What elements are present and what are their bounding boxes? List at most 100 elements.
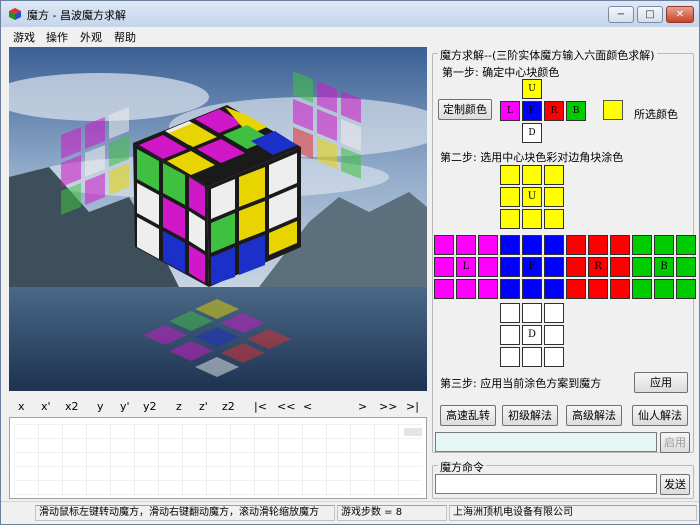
net-cell-D-1-1[interactable]: D bbox=[522, 325, 542, 345]
net-cell-F-1-0[interactable] bbox=[500, 257, 520, 277]
move-x-prime-button[interactable]: x' bbox=[41, 400, 51, 413]
maximize-button[interactable]: □ bbox=[637, 6, 663, 23]
net-cell-L-0-2[interactable] bbox=[478, 235, 498, 255]
enable-button[interactable]: 启用 bbox=[660, 432, 690, 453]
cube-3d-viewport[interactable] bbox=[9, 47, 427, 391]
command-input[interactable] bbox=[435, 474, 657, 494]
net-cell-R-1-2[interactable] bbox=[610, 257, 630, 277]
apply-button[interactable]: 应用 bbox=[634, 372, 688, 393]
status-hint: 滑动鼠标左键转动魔方，滑动右键翻动魔方，滚动滑轮缩放魔方 bbox=[35, 505, 335, 521]
advanced-solve-button[interactable]: 高级解法 bbox=[566, 405, 622, 426]
net-cell-R-2-1[interactable] bbox=[588, 279, 608, 299]
minimize-button[interactable]: − bbox=[608, 6, 634, 23]
net-cell-D-2-2[interactable] bbox=[544, 347, 564, 367]
net-cell-U-0-1[interactable] bbox=[522, 165, 542, 185]
net-cell-B-2-0[interactable] bbox=[632, 279, 652, 299]
beginner-solve-button[interactable]: 初级解法 bbox=[502, 405, 558, 426]
net-cell-F-0-0[interactable] bbox=[500, 235, 520, 255]
net-cell-R-0-0[interactable] bbox=[566, 235, 586, 255]
center-down[interactable]: D bbox=[522, 123, 542, 143]
move-y-button[interactable]: y bbox=[97, 400, 104, 413]
send-button[interactable]: 发送 bbox=[660, 474, 690, 495]
net-cell-L-0-0[interactable] bbox=[434, 235, 454, 255]
solver-panel: 魔方求解--(三阶实体魔方输入六面颜色求解) 第一步: 确定中心块颜色 定制颜色… bbox=[432, 47, 696, 499]
net-cell-B-0-0[interactable] bbox=[632, 235, 652, 255]
center-back[interactable]: B bbox=[566, 101, 586, 121]
net-cell-D-0-0[interactable] bbox=[500, 303, 520, 323]
history-fast-forward-button[interactable]: >> bbox=[379, 400, 397, 413]
menu-appearance[interactable]: 外观 bbox=[80, 29, 102, 45]
net-cell-L-0-1[interactable] bbox=[456, 235, 476, 255]
net-cell-F-0-1[interactable] bbox=[522, 235, 542, 255]
net-cell-R-1-1[interactable]: R bbox=[588, 257, 608, 277]
master-solve-button[interactable]: 仙人解法 bbox=[632, 405, 688, 426]
history-rewind-button[interactable]: << bbox=[277, 400, 295, 413]
net-cell-L-1-0[interactable] bbox=[434, 257, 454, 277]
menu-operate[interactable]: 操作 bbox=[46, 29, 68, 45]
net-cell-B-2-2[interactable] bbox=[676, 279, 696, 299]
net-cell-D-1-0[interactable] bbox=[500, 325, 520, 345]
log-scrollbar[interactable] bbox=[404, 428, 422, 436]
net-cell-F-1-1[interactable]: F bbox=[522, 257, 542, 277]
net-cell-U-1-1[interactable]: U bbox=[522, 187, 542, 207]
solution-output-field[interactable] bbox=[435, 432, 657, 452]
net-cell-R-2-2[interactable] bbox=[610, 279, 630, 299]
move-z-button[interactable]: z bbox=[176, 400, 182, 413]
net-cell-R-1-0[interactable] bbox=[566, 257, 586, 277]
menu-help[interactable]: 帮助 bbox=[114, 29, 136, 45]
move-y2-button[interactable]: y2 bbox=[143, 400, 157, 413]
net-cell-F-1-2[interactable] bbox=[544, 257, 564, 277]
net-cell-B-0-1[interactable] bbox=[654, 235, 674, 255]
history-last-button[interactable]: >| bbox=[406, 400, 419, 413]
move-x2-button[interactable]: x2 bbox=[65, 400, 79, 413]
net-cell-U-0-2[interactable] bbox=[544, 165, 564, 185]
cube-scene[interactable] bbox=[9, 47, 427, 391]
move-z-prime-button[interactable]: z' bbox=[199, 400, 208, 413]
net-cell-B-1-0[interactable] bbox=[632, 257, 652, 277]
center-left[interactable]: L bbox=[500, 101, 520, 121]
net-cell-F-2-0[interactable] bbox=[500, 279, 520, 299]
net-cell-L-1-2[interactable] bbox=[478, 257, 498, 277]
net-cell-D-0-2[interactable] bbox=[544, 303, 564, 323]
history-back-button[interactable]: < bbox=[303, 400, 312, 413]
menu-game[interactable]: 游戏 bbox=[13, 29, 35, 45]
net-cell-B-2-1[interactable] bbox=[654, 279, 674, 299]
net-cell-U-2-0[interactable] bbox=[500, 209, 520, 229]
history-forward-button[interactable]: > bbox=[358, 400, 367, 413]
net-cell-F-2-1[interactable] bbox=[522, 279, 542, 299]
move-y-prime-button[interactable]: y' bbox=[120, 400, 130, 413]
title-bar[interactable]: 魔方 - 昌波魔方求解 − □ ✕ bbox=[1, 1, 699, 27]
net-cell-L-2-1[interactable] bbox=[456, 279, 476, 299]
net-cell-D-1-2[interactable] bbox=[544, 325, 564, 345]
net-cell-R-0-1[interactable] bbox=[588, 235, 608, 255]
net-cell-F-0-2[interactable] bbox=[544, 235, 564, 255]
net-cell-U-2-1[interactable] bbox=[522, 209, 542, 229]
custom-color-button[interactable]: 定制颜色 bbox=[438, 99, 492, 120]
net-cell-L-2-0[interactable] bbox=[434, 279, 454, 299]
center-front[interactable]: F bbox=[522, 101, 542, 121]
net-cell-U-1-0[interactable] bbox=[500, 187, 520, 207]
net-cell-D-2-1[interactable] bbox=[522, 347, 542, 367]
close-button[interactable]: ✕ bbox=[666, 6, 694, 23]
center-right[interactable]: R bbox=[544, 101, 564, 121]
center-up[interactable]: U bbox=[522, 79, 542, 99]
move-log-area[interactable] bbox=[9, 417, 427, 499]
net-cell-U-1-2[interactable] bbox=[544, 187, 564, 207]
net-cell-L-1-1[interactable]: L bbox=[456, 257, 476, 277]
net-cell-D-2-0[interactable] bbox=[500, 347, 520, 367]
net-cell-B-1-1[interactable]: B bbox=[654, 257, 674, 277]
net-cell-F-2-2[interactable] bbox=[544, 279, 564, 299]
net-cell-B-1-2[interactable] bbox=[676, 257, 696, 277]
net-cell-U-2-2[interactable] bbox=[544, 209, 564, 229]
net-cell-U-0-0[interactable] bbox=[500, 165, 520, 185]
move-z2-button[interactable]: z2 bbox=[222, 400, 235, 413]
history-first-button[interactable]: |< bbox=[254, 400, 267, 413]
scramble-button[interactable]: 高速乱转 bbox=[440, 405, 496, 426]
window-title: 魔方 - 昌波魔方求解 bbox=[27, 9, 126, 22]
net-cell-D-0-1[interactable] bbox=[522, 303, 542, 323]
net-cell-B-0-2[interactable] bbox=[676, 235, 696, 255]
net-cell-R-0-2[interactable] bbox=[610, 235, 630, 255]
move-x-button[interactable]: x bbox=[18, 400, 25, 413]
net-cell-R-2-0[interactable] bbox=[566, 279, 586, 299]
net-cell-L-2-2[interactable] bbox=[478, 279, 498, 299]
